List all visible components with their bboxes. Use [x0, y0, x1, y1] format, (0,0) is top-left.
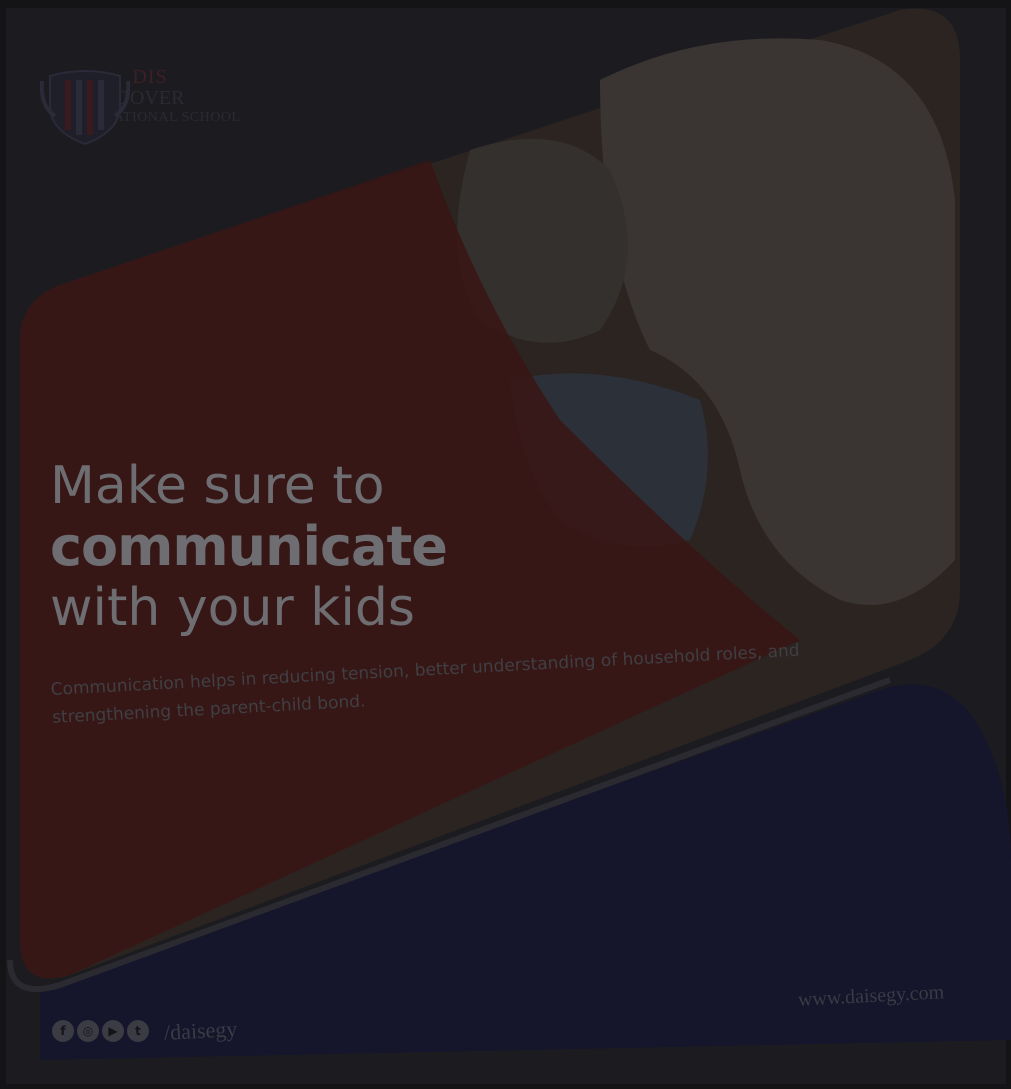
twitter-icon[interactable]: t	[127, 1020, 149, 1042]
school-logo: DIS DOVER INTERNATIONAL SCHOOL	[40, 66, 260, 146]
headline: Make sure to communicate with your kids	[50, 455, 448, 639]
poster: DIS DOVER INTERNATIONAL SCHOOL Make sure…	[0, 0, 1011, 1089]
social-handle: /daisegy	[163, 1016, 238, 1045]
youtube-icon[interactable]: ▶	[102, 1020, 124, 1042]
headline-line-3: with your kids	[50, 578, 415, 638]
social-links: f ◎ ▶ t /daisegy	[52, 1016, 238, 1045]
headline-line-2: communicate	[50, 515, 448, 578]
instagram-icon[interactable]: ◎	[77, 1020, 99, 1042]
shield-icon	[40, 70, 130, 146]
headline-line-1: Make sure to	[50, 456, 385, 516]
facebook-icon[interactable]: f	[52, 1020, 74, 1042]
